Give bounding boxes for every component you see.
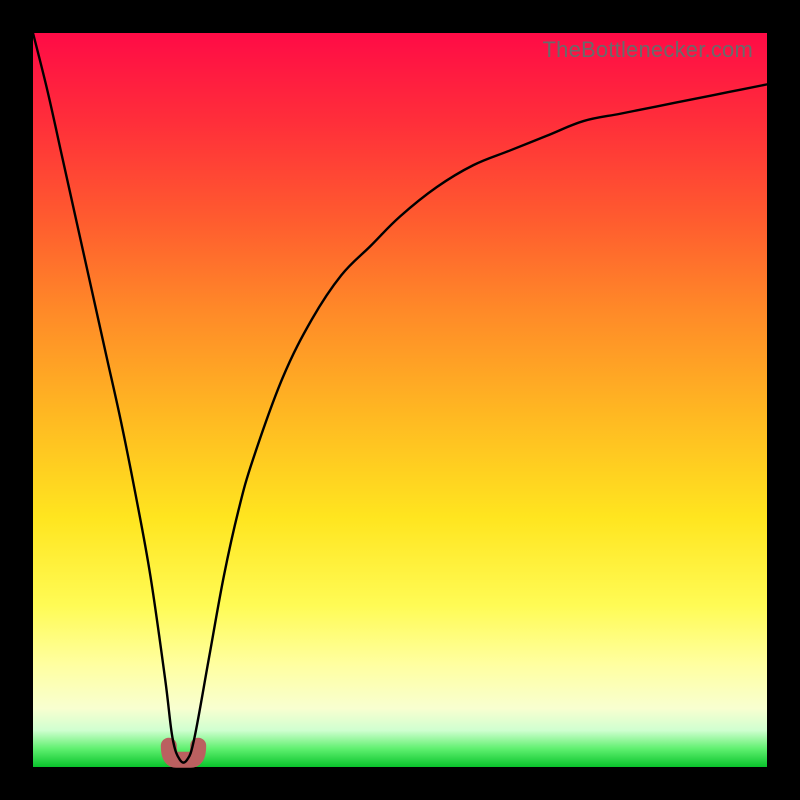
- bottleneck-curve: [33, 33, 767, 763]
- curve-layer: [33, 33, 767, 767]
- chart-root: TheBottlenecker.com: [0, 0, 800, 800]
- plot-area: TheBottlenecker.com: [33, 33, 767, 767]
- trough-marker: [169, 746, 198, 760]
